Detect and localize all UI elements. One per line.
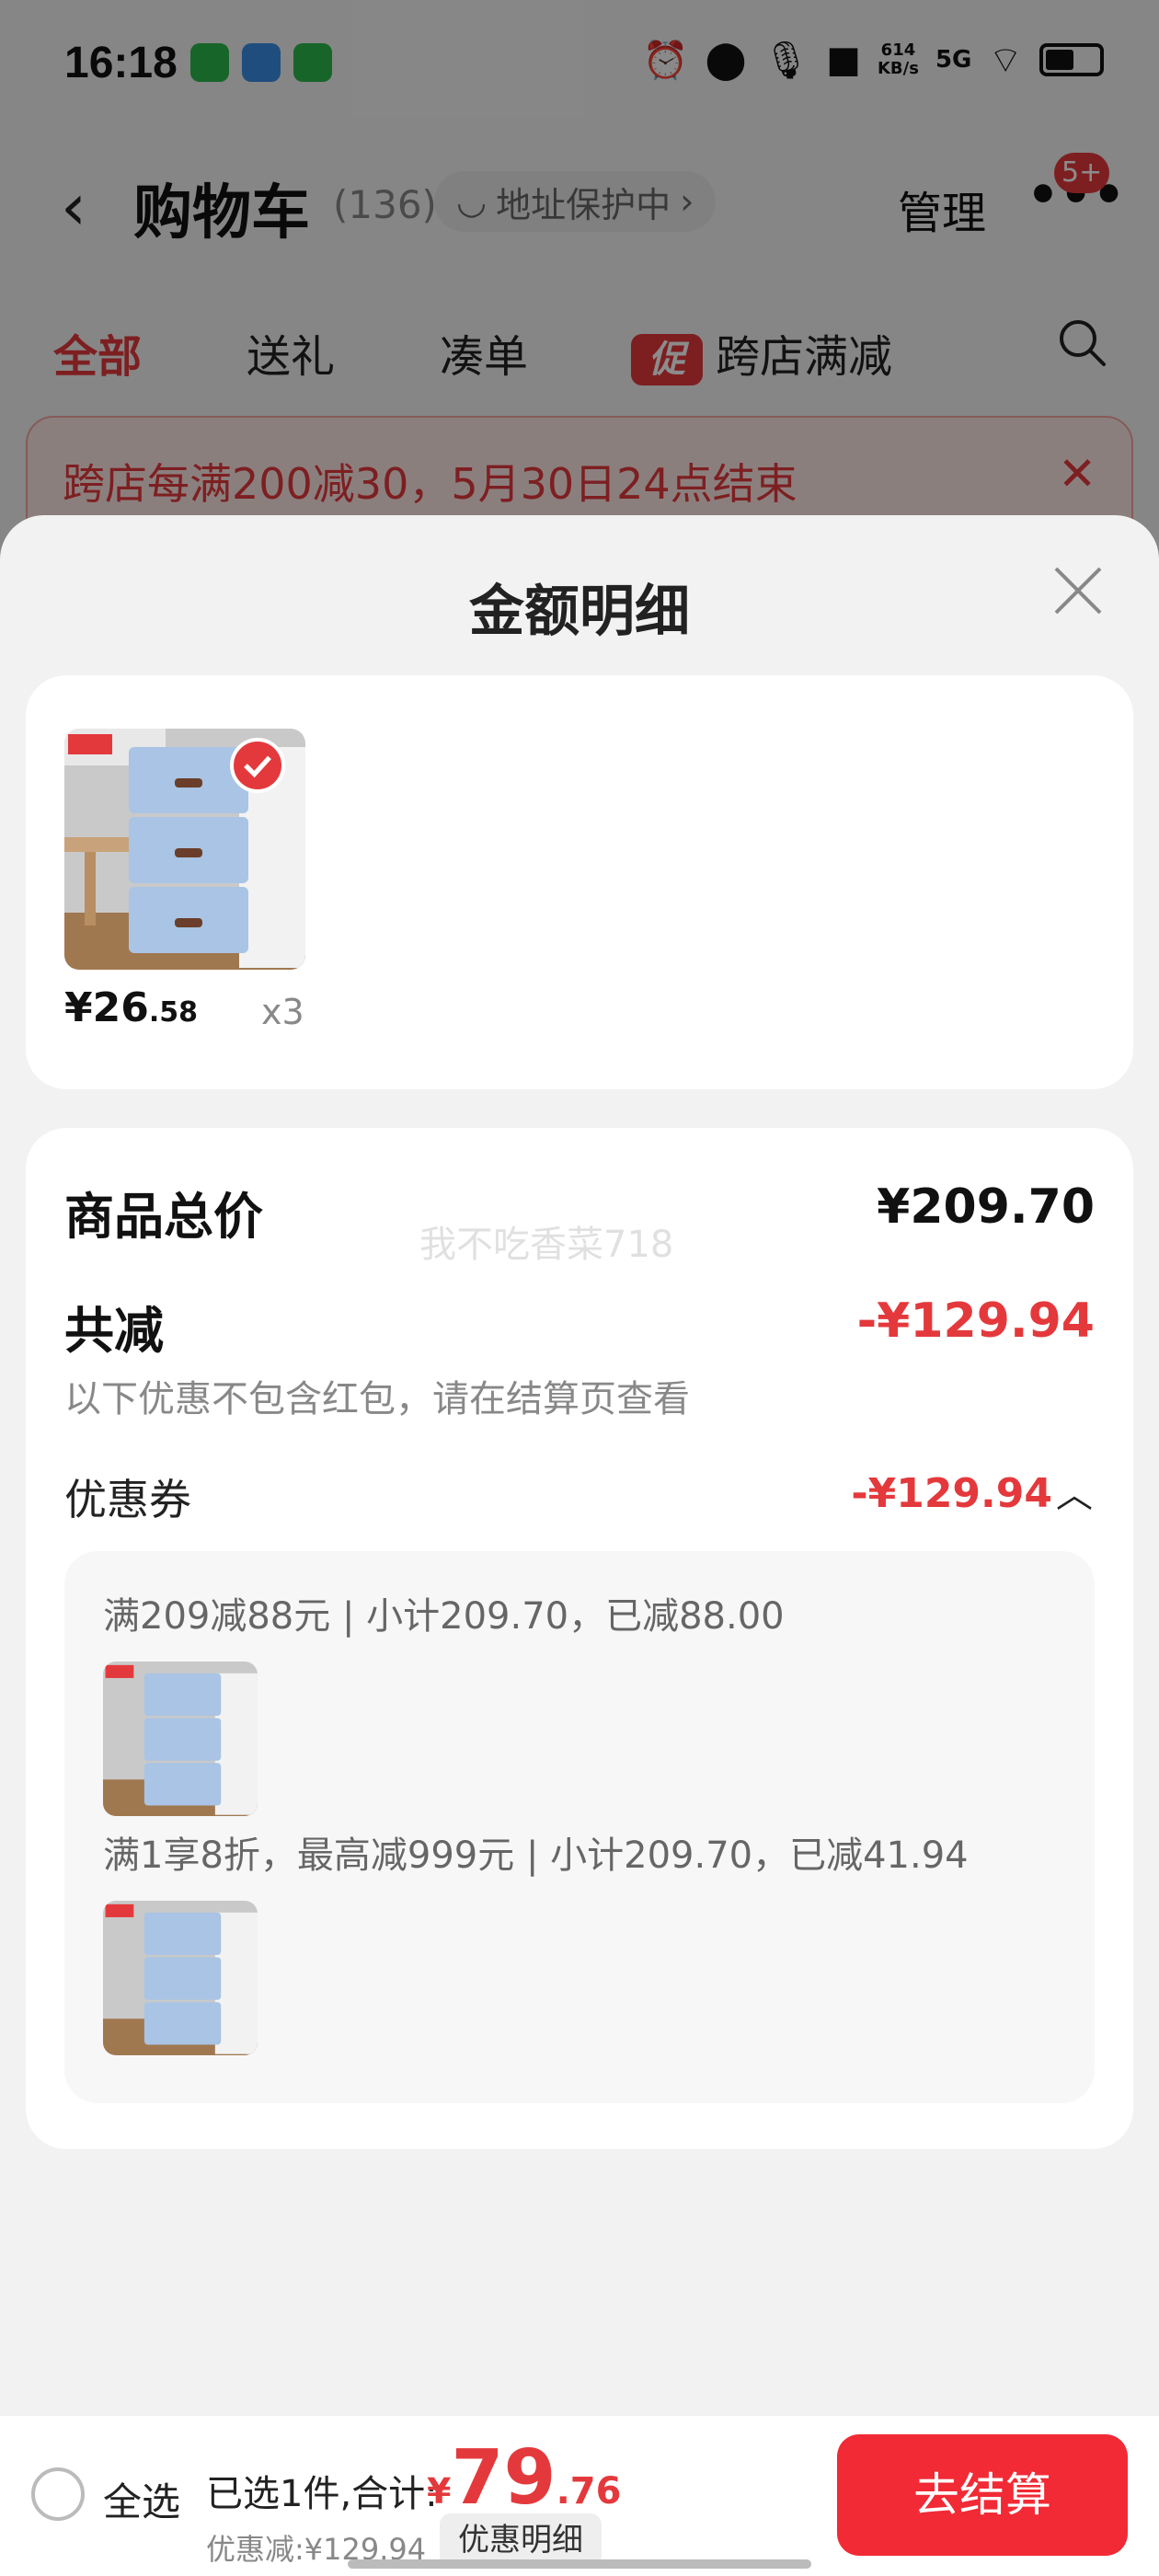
- select-all-radio[interactable]: [31, 2467, 85, 2521]
- product-price: ¥26.58: [64, 984, 199, 1031]
- summary-label: 已选1件,合计:: [206, 2473, 438, 2515]
- total-price-label: 商品总价: [64, 1188, 263, 1246]
- chevron-up-icon[interactable]: ︿: [1056, 1465, 1093, 1518]
- price-detail-card: 商品总价 ¥209.70 共减 -¥129.94 以下优惠不包含红包，请在结算页…: [26, 1128, 1133, 2149]
- select-all-label[interactable]: 全选: [103, 2471, 180, 2527]
- coupon-label[interactable]: 优惠券: [64, 1466, 191, 1527]
- sheet-title: 金额明细: [469, 580, 690, 644]
- selected-check-icon: [230, 738, 285, 793]
- coupon-item-text: 满209减88元 | 小计209.70，已减88.00: [103, 1595, 785, 1638]
- checkout-button[interactable]: 去结算: [837, 2434, 1128, 2556]
- checkout-bar: 全选 已选1件,合计: ¥79.76 优惠减:¥129.94 优惠明细 去结算: [0, 2416, 1159, 2576]
- total-reduce-label: 共减: [64, 1302, 164, 1360]
- total-price-value: ¥209.70: [877, 1179, 1095, 1235]
- watermark: 我不吃香菜718: [419, 1224, 674, 1266]
- coupon-value[interactable]: -¥129.94: [851, 1470, 1052, 1517]
- close-icon[interactable]: [1049, 561, 1107, 620]
- product-quantity: x3: [261, 992, 304, 1032]
- total-reduce-value: -¥129.94: [856, 1294, 1095, 1349]
- amount-detail-sheet: 金额明细 ¥26.58 x3 商品总价 ¥209.70 共减 -¥129.94 …: [0, 515, 1159, 2576]
- discount-note: 以下优惠不包含红包，请在结算页查看: [64, 1378, 690, 1420]
- coupon-product-thumb: [103, 1901, 258, 2055]
- product-card: ¥26.58 x3: [26, 675, 1133, 1089]
- home-indicator[interactable]: [348, 2559, 811, 2569]
- coupon-product-thumb: [103, 1662, 258, 1816]
- total-amount: ¥79.76: [427, 2434, 622, 2522]
- coupon-item-text: 满1享8折，最高减999元 | 小计209.70，已减41.94: [103, 1834, 969, 1877]
- coupon-list: 满209减88元 | 小计209.70，已减88.00 满1享8折，最高减999…: [64, 1551, 1095, 2103]
